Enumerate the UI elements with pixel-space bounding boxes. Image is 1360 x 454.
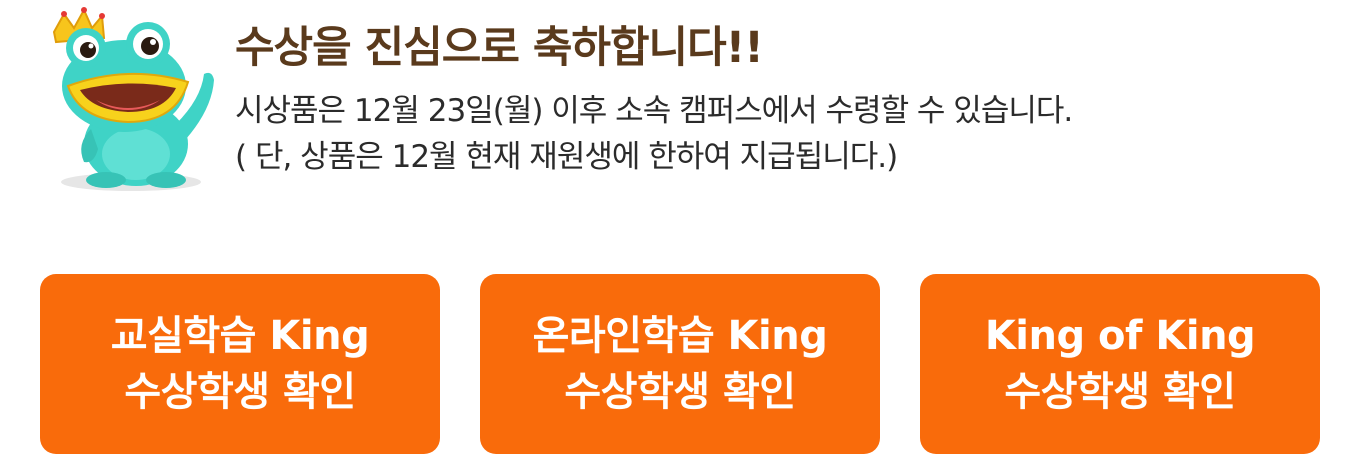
button-subtitle: 수상학생 확인 [124, 369, 356, 415]
winner-check-buttons: 교실학습 King 수상학생 확인 온라인학습 King 수상학생 확인 Kin… [40, 274, 1320, 454]
frog-mascot-icon [52, 7, 214, 191]
classroom-king-winners-button[interactable]: 교실학습 King 수상학생 확인 [40, 274, 440, 454]
award-notice: 수상을 진심으로 축하합니다!! 시상품은 12월 23일(월) 이후 소속 캠… [235, 18, 1335, 180]
prize-pickup-notice: 시상품은 12월 23일(월) 이후 소속 캠퍼스에서 수령할 수 있습니다. [235, 93, 1073, 129]
button-title: King of King [984, 313, 1256, 359]
prize-eligibility-notice: ( 단, 상품은 12월 현재 재원생에 한하여 지급됩니다.) [235, 139, 898, 175]
congratulations-headline: 수상을 진심으로 축하합니다!! [235, 23, 764, 73]
king-of-king-winners-button[interactable]: King of King 수상학생 확인 [920, 274, 1320, 454]
button-subtitle: 수상학생 확인 [564, 369, 796, 415]
button-title: 교실학습 King [110, 313, 370, 359]
button-subtitle: 수상학생 확인 [1004, 369, 1236, 415]
button-title: 온라인학습 King [532, 313, 828, 359]
online-king-winners-button[interactable]: 온라인학습 King 수상학생 확인 [480, 274, 880, 454]
